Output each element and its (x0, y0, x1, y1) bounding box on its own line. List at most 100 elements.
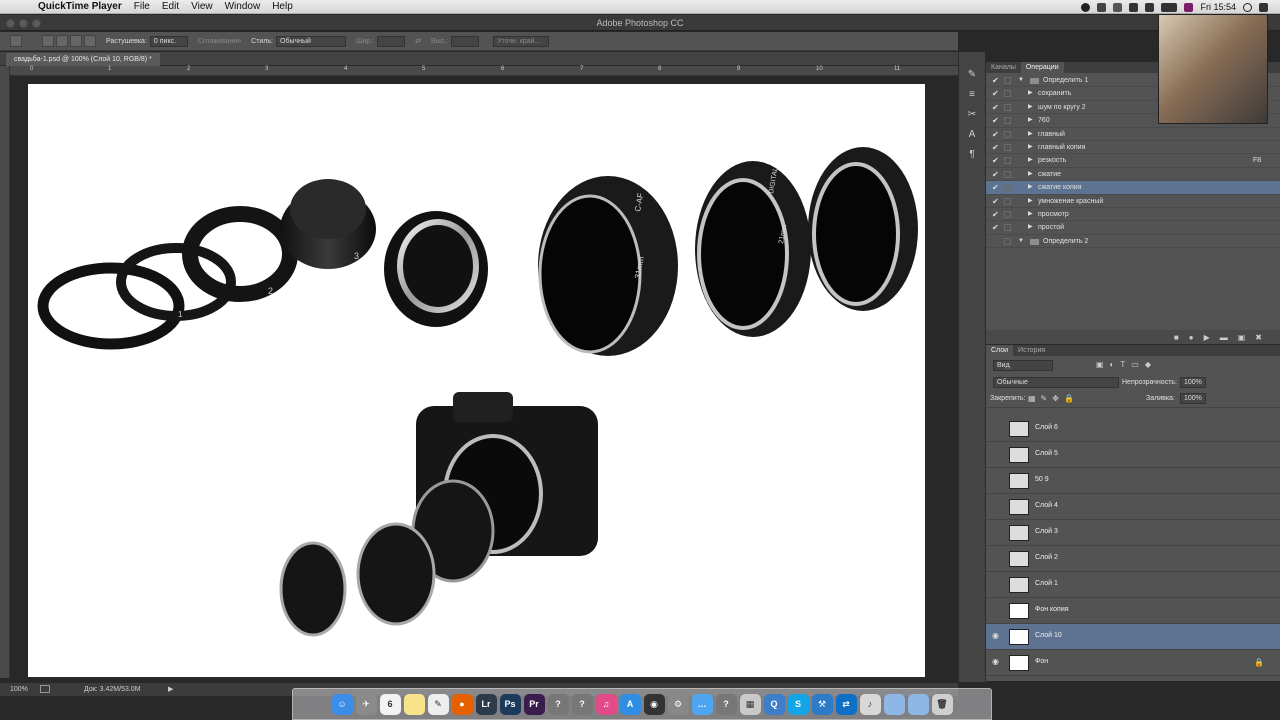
firefox-icon[interactable]: ● (451, 693, 473, 715)
stop-icon[interactable]: ■ (1174, 333, 1179, 342)
expand-icon[interactable]: ▶ (1028, 141, 1033, 154)
collapse-icon[interactable]: ▼ (1018, 235, 1024, 248)
action-row[interactable]: ✔ ▶ главный копия (986, 141, 1280, 155)
dialog-toggle[interactable] (1004, 157, 1011, 165)
document-tab[interactable]: свадьба-1.psd @ 100% (Слой 10, RGB/8) * (6, 53, 160, 66)
collapse-icon[interactable]: ▼ (1018, 74, 1024, 87)
close-window-icon[interactable] (6, 19, 15, 28)
layer-row[interactable]: Слой 2 (986, 546, 1280, 572)
menu-window[interactable]: Window (225, 1, 261, 12)
record-action-icon[interactable]: ● (1189, 333, 1194, 342)
textedit-icon[interactable]: ✎ (427, 693, 449, 715)
flag-icon[interactable] (1184, 2, 1194, 12)
lock-icons[interactable]: ▦✎✥🔒 (1028, 394, 1079, 403)
layer-row[interactable]: Фон копия (986, 598, 1280, 624)
record-icon[interactable] (1081, 2, 1091, 12)
character-icon[interactable]: A (964, 128, 980, 142)
height-input[interactable] (451, 35, 480, 47)
delete-action-icon[interactable]: ✖ (1255, 333, 1262, 342)
zoom-window-icon[interactable] (32, 19, 41, 28)
dialog-toggle[interactable] (1004, 130, 1011, 138)
layer-name[interactable]: 50 9 (1035, 476, 1049, 483)
menu-edit[interactable]: Edit (162, 1, 179, 12)
tab-layers[interactable]: Слои (986, 345, 1014, 356)
dialog-toggle[interactable] (1004, 90, 1011, 98)
check-icon[interactable]: ✔ (992, 181, 1000, 194)
folder-icon[interactable] (883, 693, 905, 715)
expand-icon[interactable]: ▶ (1028, 87, 1033, 100)
status-menu-arrow-icon[interactable]: ▶ (168, 685, 173, 693)
dialog-toggle[interactable] (1004, 77, 1011, 84)
dialog-toggle[interactable] (1004, 117, 1011, 125)
quicktime-icon[interactable]: Q (763, 693, 785, 715)
swap-icon[interactable]: ⇄ (415, 37, 421, 45)
clock[interactable]: Fri 15:54 (1200, 2, 1236, 12)
subtract-selection-icon[interactable] (70, 35, 82, 47)
check-icon[interactable]: ✔ (992, 208, 1000, 221)
layer-row[interactable]: Слой 3 (986, 520, 1280, 546)
eye-icon[interactable]: ◉ (990, 657, 1001, 668)
visibility-toggle[interactable] (990, 553, 1001, 564)
appstore-icon[interactable]: A (619, 693, 641, 715)
expand-icon[interactable]: ▶ (1028, 195, 1033, 208)
dialog-toggle[interactable] (1004, 184, 1011, 192)
paragraph-icon[interactable]: ¶ (964, 148, 980, 162)
feather-input[interactable]: 0 пикс. (149, 35, 188, 47)
dialog-toggle[interactable] (1004, 197, 1011, 205)
unknown-app-icon-3[interactable]: ? (715, 693, 737, 715)
preview-icon[interactable]: ▦ (739, 693, 761, 715)
documents-icon[interactable]: ♪ (859, 693, 881, 715)
trash-icon[interactable]: 🗑 (931, 693, 953, 715)
battery-icon[interactable] (1161, 2, 1178, 12)
check-icon[interactable]: ✔ (992, 87, 1000, 100)
expand-icon[interactable]: ▶ (1028, 221, 1033, 234)
check-icon[interactable]: ✔ (992, 141, 1000, 154)
teamviewer-icon[interactable]: ⇄ (835, 693, 857, 715)
itunes-icon[interactable]: ♫ (595, 693, 617, 715)
unknown-app-icon[interactable]: ? (547, 693, 569, 715)
expand-icon[interactable]: ▶ (1028, 168, 1033, 181)
visibility-toggle[interactable] (990, 423, 1001, 434)
dropbox-icon[interactable] (1097, 2, 1107, 12)
premiere-icon[interactable]: Pr (523, 693, 545, 715)
tab-channels[interactable]: Каналы (986, 62, 1021, 73)
layer-name[interactable]: Слой 10 (1035, 632, 1062, 639)
fill-input[interactable]: 100% (1180, 393, 1206, 404)
dialog-toggle[interactable] (1004, 210, 1011, 218)
unknown-app-icon-2[interactable]: ? (571, 693, 593, 715)
layer-name[interactable]: Слой 2 (1035, 554, 1058, 561)
expand-icon[interactable]: ▶ (1028, 114, 1033, 127)
visibility-toggle[interactable] (990, 579, 1001, 590)
minimize-window-icon[interactable] (19, 19, 28, 28)
check-icon[interactable]: ✔ (992, 221, 1000, 234)
expand-icon[interactable]: ▶ (1028, 208, 1033, 221)
visibility-toggle[interactable] (990, 501, 1001, 512)
check-icon[interactable]: ✔ (992, 154, 1000, 167)
volume-icon[interactable] (1145, 2, 1155, 12)
check-icon[interactable]: ✔ (992, 74, 1000, 87)
action-row[interactable]: ✔ ▶ простой (986, 221, 1280, 235)
new-action-icon[interactable]: ▣ (1238, 333, 1246, 342)
new-set-icon[interactable]: ▬ (1220, 333, 1228, 342)
layer-name[interactable]: Слой 4 (1035, 502, 1058, 509)
action-set-row[interactable]: ▼ Определить 2 (986, 235, 1280, 249)
expand-icon[interactable]: ▶ (1028, 181, 1033, 194)
photoshop-icon[interactable]: Ps (499, 693, 521, 715)
dialog-toggle[interactable] (1004, 224, 1011, 232)
xcode-icon[interactable]: ⚒ (811, 693, 833, 715)
action-row[interactable]: ✔ ▶ главный (986, 128, 1280, 141)
menu-help[interactable]: Help (272, 1, 293, 12)
intersect-selection-icon[interactable] (84, 35, 96, 47)
action-row[interactable]: ✔ ▶ умножение красный (986, 195, 1280, 208)
dialog-toggle[interactable] (1004, 170, 1011, 178)
dialog-toggle[interactable] (1004, 143, 1011, 151)
notifications-icon[interactable] (1259, 2, 1268, 12)
tools-icon[interactable]: ✂ (964, 108, 980, 122)
action-row[interactable]: ✔ ▶ просмотр (986, 208, 1280, 222)
menu-file[interactable]: File (134, 1, 150, 12)
search-icon[interactable] (1243, 2, 1252, 12)
messages-icon[interactable]: … (691, 693, 713, 715)
wifi-icon[interactable] (1129, 2, 1139, 12)
layer-name[interactable]: Слой 6 (1035, 424, 1058, 431)
layer-name[interactable]: Фон копия (1035, 606, 1069, 613)
